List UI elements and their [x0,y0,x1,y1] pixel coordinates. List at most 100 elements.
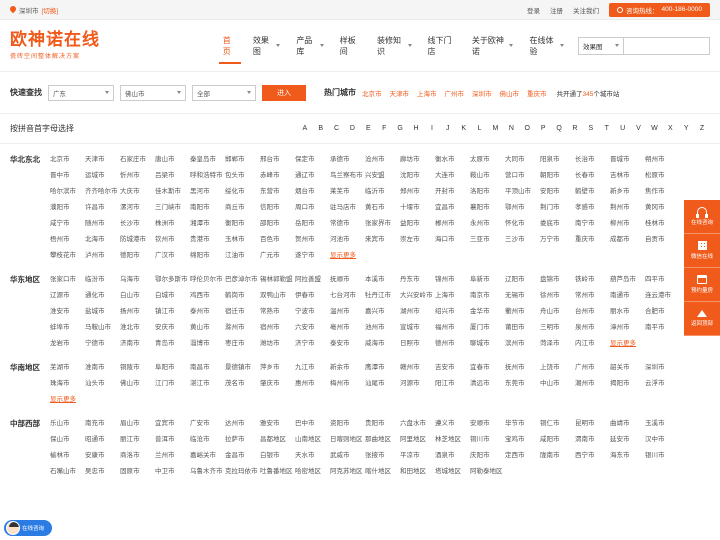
city-link[interactable]: 重庆市 [575,232,610,248]
city-link[interactable]: 克拉玛依市 [225,464,260,480]
letter-filter-j[interactable]: J [440,125,456,132]
city-link[interactable]: 鹰潭市 [365,360,400,376]
city-link[interactable]: 镇江市 [155,304,190,320]
city-link[interactable]: 枣庄市 [225,336,260,352]
city-link[interactable]: 三明市 [540,320,575,336]
letter-filter-t[interactable]: T [599,125,615,132]
city-link[interactable]: 酒泉市 [435,448,470,464]
city-link[interactable]: 汕尾市 [365,376,400,392]
city-link[interactable]: 阳江市 [435,376,470,392]
city-link[interactable]: 日照市 [400,336,435,352]
city-link[interactable]: 汕头市 [85,376,120,392]
city-link[interactable]: 本溪市 [365,272,400,288]
city-link[interactable]: 许昌市 [85,200,120,216]
city-link[interactable]: 江油市 [225,248,260,264]
city-link[interactable]: 安庆市 [155,320,190,336]
city-link[interactable]: 汉中市 [645,432,680,448]
hot-city-link[interactable]: 北京市 [362,88,382,98]
city-link[interactable]: 潍坊市 [260,336,295,352]
city-link[interactable]: 安顺市 [470,416,505,432]
city-link[interactable]: 咸宁市 [50,216,85,232]
city-link[interactable]: 辽源市 [50,288,85,304]
letter-filter-b[interactable]: B [313,125,329,132]
city-link[interactable]: 宁波市 [295,304,330,320]
city-link[interactable]: 承德市 [330,152,365,168]
hot-city-link[interactable]: 上海市 [417,88,437,98]
follow-us-link[interactable]: 关注我们 [573,5,599,15]
city-link[interactable]: 吐鲁番地区 [260,464,295,480]
city-link[interactable]: 淮安市 [50,304,85,320]
city-link[interactable]: 临汾市 [85,272,120,288]
city-link[interactable]: 张家界市 [365,216,400,232]
city-link[interactable]: 新乡市 [610,184,645,200]
city-link[interactable]: 固原市 [120,464,155,480]
city-link[interactable]: 那曲地区 [365,432,400,448]
city-link[interactable]: 德州市 [435,336,470,352]
register-link[interactable]: 注册 [550,5,563,15]
hot-city-link[interactable]: 天津市 [390,88,410,98]
city-link[interactable]: 乌鲁木齐市 [190,464,225,480]
city-link[interactable]: 北京市 [50,152,85,168]
city-link[interactable]: 兰州市 [155,448,190,464]
city-link[interactable]: 合肥市 [645,304,680,320]
city-link[interactable]: 洛阳市 [470,184,505,200]
letter-filter-x[interactable]: X [662,125,678,132]
city-link[interactable]: 昌都地区 [260,432,295,448]
city-link[interactable]: 鄂州市 [505,200,540,216]
city-link[interactable]: 萍乡市 [260,360,295,376]
city-link[interactable]: 盐城市 [85,304,120,320]
city-link[interactable]: 常熟市 [260,304,295,320]
nav-products[interactable]: 产品库 [288,20,331,72]
city-link[interactable]: 呼伦贝尔市 [190,272,225,288]
city-link[interactable]: 抚顺市 [330,272,365,288]
city-link[interactable]: 揭阳市 [610,376,645,392]
city-link[interactable]: 白银市 [260,448,295,464]
city-link[interactable]: 无锡市 [505,288,540,304]
city-link[interactable]: 中山市 [540,376,575,392]
city-link[interactable]: 贺州市 [295,232,330,248]
city-link[interactable]: 信阳市 [260,200,295,216]
city-link[interactable]: 资阳市 [330,416,365,432]
nav-stores[interactable]: 线下门店 [420,20,464,72]
city-link[interactable]: 宁德市 [85,336,120,352]
letter-filter-c[interactable]: C [329,125,345,132]
city-link[interactable]: 宿州市 [260,320,295,336]
city-link[interactable]: 聊城市 [470,336,505,352]
city-link[interactable]: 齐齐哈尔市 [85,184,120,200]
city-link[interactable]: 黄石市 [365,200,400,216]
city-link[interactable]: 定西市 [505,448,540,464]
city-link[interactable]: 张掖市 [365,448,400,464]
show-more-link[interactable]: 显示更多 [610,336,650,352]
letter-filter-f[interactable]: F [376,125,392,132]
city-link[interactable]: 长春市 [575,168,610,184]
hot-city-link[interactable]: 重庆市 [527,88,547,98]
city-link[interactable]: 伊春市 [295,288,330,304]
letter-filter-v[interactable]: V [631,125,647,132]
city-link[interactable]: 佳木斯市 [155,184,190,200]
city-link[interactable]: 白城市 [155,288,190,304]
city-link[interactable]: 菏泽市 [540,336,575,352]
hot-city-link[interactable]: 佛山市 [500,88,520,98]
city-link[interactable]: 湘潭市 [190,216,225,232]
city-link[interactable]: 郴州市 [435,216,470,232]
district-select[interactable]: 全部 [192,84,256,101]
city-link[interactable]: 铜仁市 [540,416,575,432]
city-link[interactable]: 惠州市 [295,376,330,392]
city-link[interactable]: 清远市 [470,376,505,392]
city-link[interactable]: 内江市 [575,336,610,352]
city-link[interactable]: 阳泉市 [540,152,575,168]
city-link[interactable]: 西宁市 [575,448,610,464]
show-more-link[interactable]: 显示更多 [50,392,90,408]
city-link[interactable]: 韶关市 [610,360,645,376]
city-link[interactable]: 南宁市 [575,216,610,232]
booking-button[interactable]: 预约量房 [684,268,720,302]
city-link[interactable]: 福州市 [435,320,470,336]
city-link[interactable]: 吉安市 [435,360,470,376]
city-link[interactable]: 丽江市 [120,432,155,448]
city-link[interactable]: 吕梁市 [155,168,190,184]
letter-filter-i[interactable]: I [424,125,440,132]
city-link[interactable]: 常州市 [575,288,610,304]
city-link[interactable]: 黄冈市 [645,200,680,216]
city-link[interactable]: 牡丹江市 [365,288,400,304]
city-link[interactable]: 黄山市 [190,320,225,336]
